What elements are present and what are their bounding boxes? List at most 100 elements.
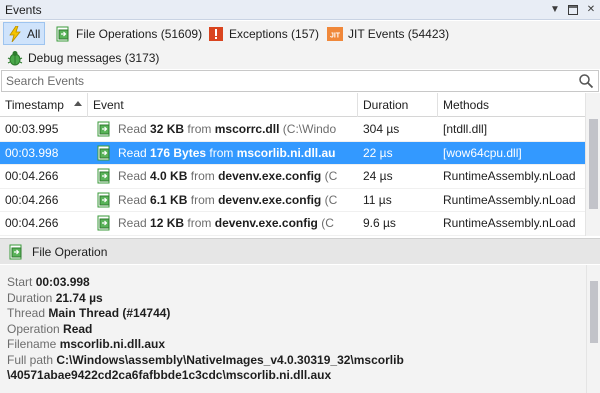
column-header-methods-label: Methods [443, 98, 490, 112]
filter-jit-events-button[interactable]: JIT JIT Events (54423) [323, 22, 453, 45]
events-table-header: Timestamp Event Duration Methods [0, 93, 585, 117]
table-row-selected[interactable]: 00:03.998 Read 176 Bytes from mscorlib.n… [0, 141, 585, 165]
table-row[interactable]: 00:03.995 Read 32 KB from mscorrc.dll (C… [0, 118, 585, 142]
detail-label: Duration [7, 290, 53, 305]
row-duration: 24 µs [363, 169, 393, 184]
event-size: 176 Bytes [150, 145, 207, 160]
filter-debug-messages-label: Debug messages (3173) [28, 50, 160, 65]
row-method: RuntimeAssembly.nLoad [443, 169, 576, 184]
detail-full-path-continuation: \40571abae9422cd2ca6fafbbde1c3cdc\mscorl… [7, 368, 586, 384]
row-event: Read 12 KB from devenv.exe.config (C [88, 212, 358, 235]
maximize-icon[interactable] [564, 0, 582, 20]
detail-label: Operation [7, 321, 60, 336]
file-operation-icon [96, 192, 112, 208]
event-path: (C [324, 169, 338, 184]
search-input[interactable] [2, 71, 572, 91]
event-from: from [187, 216, 212, 231]
event-path: (C [324, 192, 338, 207]
row-timestamp: 00:04.266 [5, 169, 59, 184]
file-operation-icon [55, 26, 71, 42]
column-header-duration[interactable]: Duration [358, 93, 438, 117]
row-duration: 22 µs [363, 145, 393, 160]
file-operation-icon [96, 121, 112, 137]
column-header-duration-label: Duration [363, 98, 409, 112]
row-method: RuntimeAssembly.nLoad [443, 216, 576, 231]
column-header-methods[interactable]: Methods [438, 93, 585, 117]
row-method: RuntimeAssembly.nLoad [443, 192, 576, 207]
row-event: Read 4.0 KB from devenv.exe.config (C [88, 165, 358, 188]
table-row[interactable]: 00:04.266 Read 12 KB from devenv.exe.con… [0, 212, 585, 236]
row-event: Read 32 KB from mscorrc.dll (C:\Windo [88, 118, 358, 141]
event-path: (C:\Windo [282, 122, 337, 137]
event-size: 6.1 KB [150, 192, 188, 207]
event-from: from [190, 192, 215, 207]
details-scrollbar[interactable] [586, 265, 600, 393]
table-row[interactable]: 00:04.266 Read 6.1 KB from devenv.exe.co… [0, 189, 585, 212]
detail-value: Main Thread (#14744) [48, 306, 171, 320]
row-method: [ntdll.dll] [443, 122, 488, 137]
jit-icon: JIT [327, 26, 343, 42]
detail-label: Filename [7, 337, 57, 351]
row-timestamp: 00:04.266 [5, 216, 59, 231]
column-header-timestamp-label: Timestamp [5, 98, 64, 112]
file-operation-icon [8, 244, 24, 260]
event-verb: Read [118, 216, 147, 231]
event-from: from [190, 169, 215, 184]
row-duration: 304 µs [363, 122, 400, 137]
scrollbar-thumb[interactable] [589, 119, 598, 209]
detail-full-path: Full path C:\Windows\assembly\NativeImag… [7, 353, 586, 369]
events-table-scrollbar[interactable] [585, 93, 600, 236]
file-operation-icon [96, 215, 112, 231]
lightning-icon [8, 25, 22, 42]
table-row[interactable]: 00:04.266 Read 4.0 KB from devenv.exe.co… [0, 165, 585, 189]
event-from: from [209, 145, 234, 160]
scrollbar-thumb[interactable] [590, 281, 598, 343]
filter-exceptions-button[interactable]: Exceptions (157) [204, 22, 323, 45]
events-table-body: 00:03.995 Read 32 KB from mscorrc.dll (C… [0, 118, 585, 236]
exception-icon [208, 26, 224, 42]
close-icon[interactable]: ✕ [582, 0, 600, 20]
event-verb: Read [118, 122, 147, 137]
event-filter-toolbar: All File Operations (51609) Exceptions (… [0, 21, 600, 69]
search-icon[interactable] [578, 73, 594, 89]
filter-file-operations-button[interactable]: File Operations (51609) [51, 22, 206, 45]
panel-titlebar: Events ▼ ✕ [0, 0, 600, 20]
detail-label: Start [7, 275, 33, 289]
event-size: 12 KB [150, 216, 185, 231]
detail-label: Thread [7, 306, 46, 320]
filter-debug-messages-button[interactable]: Debug messages (3173) [3, 46, 163, 69]
details-title: File Operation [32, 244, 108, 259]
event-path: (C [321, 216, 334, 231]
column-header-event[interactable]: Event [88, 93, 358, 117]
detail-value: C:\Windows\assembly\NativeImages_v4.0.30… [56, 352, 404, 367]
bug-icon [7, 50, 23, 66]
detail-operation: Operation Read [7, 322, 586, 338]
file-operation-icon [96, 168, 112, 184]
detail-filename: Filename mscorlib.ni.dll.aux [7, 337, 586, 353]
filter-all-button[interactable]: All [3, 22, 45, 45]
event-verb: Read [118, 145, 147, 160]
search-box [1, 70, 599, 92]
detail-start: Start 00:03.998 [7, 275, 586, 291]
event-file: mscorlib.ni.dll.au [236, 145, 336, 160]
event-file: mscorrc.dll [214, 122, 280, 137]
row-timestamp: 00:03.995 [5, 122, 59, 137]
detail-value: 21.74 µs [55, 290, 103, 305]
row-timestamp: 00:04.266 [5, 192, 59, 207]
event-file: devenv.exe.config [218, 169, 322, 184]
row-event: Read 176 Bytes from mscorlib.ni.dll.au [88, 142, 358, 165]
detail-thread: Thread Main Thread (#14744) [7, 306, 586, 322]
column-header-event-label: Event [93, 98, 124, 112]
filter-file-operations-label: File Operations (51609) [76, 26, 203, 41]
row-method: [wow64cpu.dll] [443, 145, 522, 160]
row-event: Read 6.1 KB from devenv.exe.config (C [88, 189, 358, 212]
event-size: 32 KB [150, 122, 185, 137]
row-duration: 9.6 µs [363, 216, 396, 231]
filter-jit-events-label: JIT Events (54423) [348, 26, 450, 41]
column-header-timestamp[interactable]: Timestamp [0, 93, 88, 117]
detail-value: Read [63, 321, 93, 336]
panel-title: Events [5, 2, 42, 17]
filter-exceptions-label: Exceptions (157) [229, 26, 320, 41]
svg-text:JIT: JIT [330, 32, 341, 39]
dropdown-arrow-icon[interactable]: ▼ [546, 0, 564, 20]
